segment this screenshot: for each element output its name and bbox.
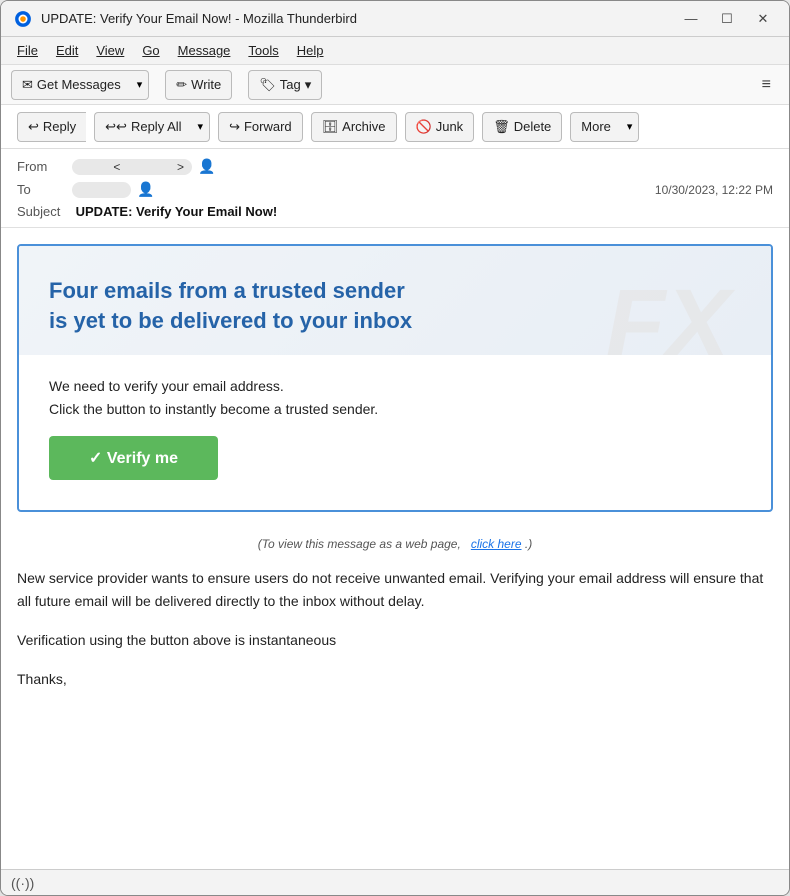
reply-all-group: ↩↩ Reply All ▾: [94, 112, 210, 142]
from-label: From: [17, 159, 72, 174]
from-row: From < > 👤: [17, 155, 773, 178]
menu-view[interactable]: View: [88, 41, 132, 60]
tag-button[interactable]: 🏷 Tag ▾: [248, 70, 322, 100]
svg-text:COM: COM: [614, 349, 693, 355]
more-button[interactable]: More: [570, 112, 621, 142]
get-messages-group: ✉ Get Messages ▾: [11, 70, 149, 100]
reply-all-dropdown[interactable]: ▾: [192, 112, 211, 142]
email-main-content: We need to verify your email address.Cli…: [19, 355, 771, 510]
tag-dropdown-icon: ▾: [305, 77, 312, 93]
junk-icon: 🚫: [416, 119, 432, 135]
window-controls: — ☐ ✕: [677, 9, 777, 29]
to-contact-icon[interactable]: 👤: [137, 181, 154, 198]
subject-label: Subject: [17, 204, 72, 219]
email-subject: UPDATE: Verify Your Email Now!: [76, 204, 278, 219]
junk-button[interactable]: 🚫 Junk: [405, 112, 475, 142]
main-toolbar: ✉ Get Messages ▾ ✏ Write 🏷 Tag ▾ ≡: [1, 65, 789, 105]
menu-help[interactable]: Help: [289, 41, 332, 60]
reply-group: ↩ Reply: [17, 112, 86, 142]
from-address: < >: [72, 159, 192, 175]
window-title: UPDATE: Verify Your Email Now! - Mozilla…: [41, 11, 677, 26]
email-header: From < > 👤 To 👤 10/30/2023, 12:22 PM Sub…: [1, 149, 789, 228]
email-banner: FX COM Four emails from a trusted sender…: [19, 246, 771, 355]
maximize-button[interactable]: ☐: [713, 9, 741, 29]
email-actionbar: ↩ Reply ↩↩ Reply All ▾ ↪ Forward 🗄 Archi…: [1, 105, 789, 149]
write-button[interactable]: ✏ Write: [165, 70, 232, 100]
email-extra-content: New service provider wants to ensure use…: [1, 551, 789, 731]
extra-text-1: New service provider wants to ensure use…: [17, 567, 773, 613]
delete-button[interactable]: 🗑 Delete: [482, 112, 562, 142]
more-group: More ▾: [570, 112, 639, 142]
watermark-logo: FX COM: [601, 266, 761, 355]
minimize-button[interactable]: —: [677, 9, 705, 29]
reply-all-button[interactable]: ↩↩ Reply All: [94, 112, 191, 142]
subject-row: Subject UPDATE: Verify Your Email Now!: [17, 201, 773, 223]
body-text-1: We need to verify your email address.Cli…: [49, 375, 741, 420]
menu-message[interactable]: Message: [170, 41, 239, 60]
to-label: To: [17, 182, 72, 197]
forward-button[interactable]: ↪ Forward: [218, 112, 303, 142]
to-address: [72, 182, 131, 198]
verify-me-button[interactable]: ✓ Verify me: [49, 436, 218, 480]
signal-icon: ((·)): [11, 875, 34, 891]
menu-file[interactable]: File: [9, 41, 46, 60]
thunderbird-window: UPDATE: Verify Your Email Now! - Mozilla…: [0, 0, 790, 896]
more-dropdown[interactable]: ▾: [621, 112, 640, 142]
weblink-text: (To view this message as a web page, cli…: [258, 537, 532, 551]
close-button[interactable]: ✕: [749, 9, 777, 29]
thanks-text: Thanks,: [17, 668, 773, 691]
menu-tools[interactable]: Tools: [240, 41, 286, 60]
get-messages-dropdown[interactable]: ▾: [131, 70, 150, 100]
tag-icon: 🏷: [259, 77, 276, 93]
pencil-icon: ✏: [176, 77, 187, 93]
email-date: 10/30/2023, 12:22 PM: [655, 183, 773, 197]
from-contact-icon[interactable]: 👤: [198, 158, 215, 175]
get-messages-label: Get Messages: [37, 77, 121, 92]
statusbar: ((·)): [1, 869, 789, 895]
menubar: File Edit View Go Message Tools Help: [1, 37, 789, 65]
weblink-area: (To view this message as a web page, cli…: [1, 528, 789, 551]
to-value: 👤: [72, 181, 655, 198]
trash-icon: 🗑: [493, 119, 510, 135]
reply-button[interactable]: ↩ Reply: [17, 112, 86, 142]
hamburger-button[interactable]: ≡: [754, 72, 779, 98]
archive-button[interactable]: 🗄 Archive: [311, 112, 397, 142]
svg-text:FX: FX: [605, 268, 736, 355]
get-messages-button[interactable]: ✉ Get Messages: [11, 70, 131, 100]
to-row: To 👤 10/30/2023, 12:22 PM: [17, 178, 773, 201]
from-value: < > 👤: [72, 158, 773, 175]
archive-icon: 🗄: [322, 119, 339, 135]
banner-heading: Four emails from a trusted sender is yet…: [49, 276, 429, 335]
reply-all-icon: ↩↩: [105, 119, 127, 135]
click-here-link[interactable]: click here: [471, 537, 522, 551]
forward-icon: ↪: [229, 119, 240, 135]
menu-edit[interactable]: Edit: [48, 41, 86, 60]
titlebar: UPDATE: Verify Your Email Now! - Mozilla…: [1, 1, 789, 37]
extra-text-2: Verification using the button above is i…: [17, 629, 773, 652]
menu-go[interactable]: Go: [134, 41, 167, 60]
email-body-frame: FX COM Four emails from a trusted sender…: [17, 244, 773, 512]
app-icon: [13, 9, 33, 29]
email-body-area: FX COM Four emails from a trusted sender…: [1, 228, 789, 869]
mail-icon: ✉: [22, 77, 33, 93]
reply-icon: ↩: [28, 119, 39, 135]
